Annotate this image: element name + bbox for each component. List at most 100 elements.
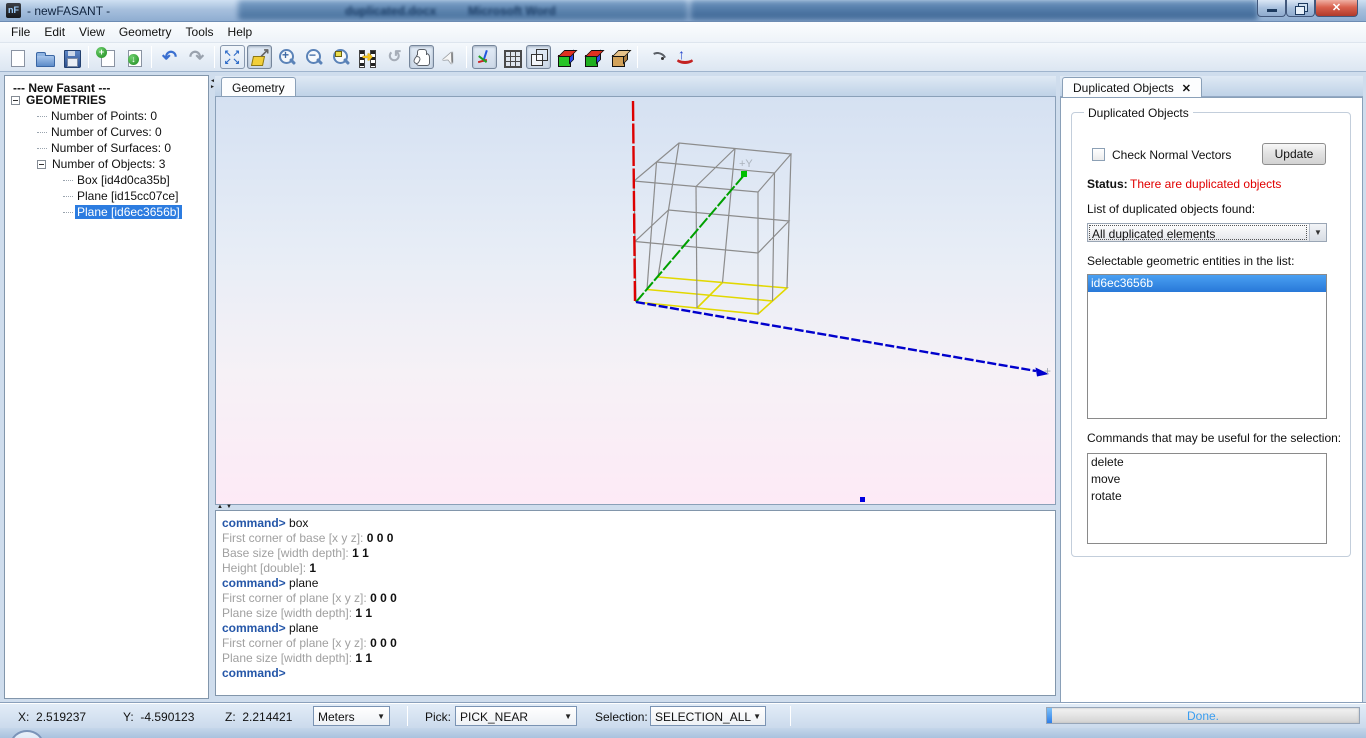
- grid-icon[interactable]: [499, 45, 524, 69]
- tab-close-icon[interactable]: ✕: [1182, 83, 1191, 95]
- close-button[interactable]: [1315, 0, 1358, 17]
- combobox-arrow-icon[interactable]: ▼: [1309, 224, 1326, 241]
- tree-item-label: Number of Curves: 0: [49, 125, 164, 139]
- console-line: command> plane: [222, 576, 1049, 591]
- zoom-in-icon[interactable]: +: [274, 45, 299, 69]
- tree-item-label: Box [id4d0ca35b]: [75, 173, 172, 187]
- reorder-icon[interactable]: ➜: [355, 45, 380, 69]
- console-line: First corner of base [x y z]: 0 0 0: [222, 531, 1049, 546]
- toolbar-separator: [88, 46, 89, 68]
- statusbar-separator: [790, 706, 791, 726]
- ghost-window-title: Microsoft Word: [468, 4, 556, 18]
- console-line: Base size [width depth]: 1 1: [222, 546, 1049, 561]
- selected-plane-highlight[interactable]: [636, 277, 787, 314]
- geometry-viewport[interactable]: +Y +: [215, 96, 1056, 505]
- status-value: There are duplicated objects: [1130, 177, 1281, 191]
- commands-label: Commands that may be useful for the sele…: [1087, 431, 1341, 445]
- axes-icon[interactable]: [472, 45, 497, 69]
- commands-listbox[interactable]: deletemoverotate: [1087, 453, 1327, 544]
- tree-item[interactable]: Number of Points: 0: [5, 108, 208, 124]
- view-shaded-edges-icon[interactable]: [580, 45, 605, 69]
- units-combobox[interactable]: Meters▼: [313, 706, 390, 726]
- pick-combobox[interactable]: PICK_NEAR▼: [455, 706, 577, 726]
- tree-item-label: Number of Objects: 3: [50, 157, 167, 171]
- console-line: Plane size [width depth]: 1 1: [222, 651, 1049, 666]
- import-icon[interactable]: ↓: [121, 45, 146, 69]
- new-geometry-icon[interactable]: +: [94, 45, 119, 69]
- viewport-tab-strip: Geometry: [215, 76, 1056, 97]
- command-console[interactable]: command> boxFirst corner of base [x y z]…: [215, 510, 1056, 696]
- view-wireframe-icon[interactable]: [526, 45, 551, 69]
- pan-icon[interactable]: [409, 45, 434, 69]
- tree-item[interactable]: Number of Curves: 0: [5, 124, 208, 140]
- geometry-tree-panel: --- New Fasant ---GEOMETRIESNumber of Po…: [4, 75, 209, 699]
- command-list-item[interactable]: move: [1088, 471, 1326, 488]
- duplicated-list-label: List of duplicated objects found:: [1087, 202, 1255, 216]
- tree-item-label: GEOMETRIES: [24, 93, 108, 107]
- open-icon[interactable]: [31, 45, 56, 69]
- groupbox-title: Duplicated Objects: [1084, 106, 1193, 120]
- checkbox-label: Check Normal Vectors: [1112, 148, 1231, 162]
- window-bottom-frame: [0, 728, 1366, 738]
- arc-tool-icon[interactable]: [643, 45, 668, 69]
- window-title: - newFASANT -: [27, 4, 110, 18]
- tab-geometry[interactable]: Geometry: [221, 77, 296, 97]
- menu-file[interactable]: File: [4, 23, 37, 41]
- background-window-ghost: [238, 0, 688, 20]
- combobox-arrow-icon[interactable]: ▼: [377, 712, 385, 721]
- tree-expander-icon[interactable]: [11, 96, 20, 105]
- tree-item[interactable]: --- New Fasant ---: [5, 76, 208, 92]
- toolbar-separator: [466, 46, 467, 68]
- tree-item-label: Plane [id6ec3656b]: [75, 205, 182, 219]
- tree-item[interactable]: Plane [id6ec3656b]: [5, 204, 208, 220]
- combobox-arrow-icon[interactable]: ▼: [564, 712, 572, 721]
- menu-edit[interactable]: Edit: [37, 23, 72, 41]
- restore-button[interactable]: [1286, 0, 1315, 17]
- command-list-item[interactable]: delete: [1088, 454, 1326, 471]
- status-label: Status:: [1087, 177, 1128, 191]
- tree-item[interactable]: Plane [id15cc07ce]: [5, 188, 208, 204]
- selection-combobox[interactable]: SELECTION_ALL▼: [650, 706, 766, 726]
- tree-expander-icon[interactable]: [37, 160, 46, 169]
- duplicated-elements-combobox[interactable]: All duplicated elements ▼: [1087, 223, 1327, 242]
- new-file-icon[interactable]: [4, 45, 29, 69]
- select-cursor-icon[interactable]: ➤: [436, 45, 461, 69]
- save-icon[interactable]: [58, 45, 83, 69]
- tree-item[interactable]: Number of Surfaces: 0: [5, 140, 208, 156]
- normal-vector-icon[interactable]: ↑: [670, 45, 695, 69]
- vertex-marker[interactable]: [860, 497, 865, 502]
- box-wireframe[interactable]: [634, 143, 791, 314]
- combobox-arrow-icon[interactable]: ▼: [753, 712, 761, 721]
- tree-connector: [63, 212, 73, 213]
- right-tab-strip: Duplicated Objects✕: [1060, 76, 1363, 97]
- fit-view-icon[interactable]: [220, 45, 245, 69]
- selection-label: Selection:: [595, 710, 648, 724]
- tree-item[interactable]: Number of Objects: 3: [5, 156, 208, 172]
- tab-duplicated-objects[interactable]: Duplicated Objects✕: [1062, 77, 1202, 97]
- menu-geometry[interactable]: Geometry: [112, 23, 179, 41]
- progress-bar: Done.: [1046, 707, 1360, 724]
- view-solid-icon[interactable]: [607, 45, 632, 69]
- command-list-item[interactable]: rotate: [1088, 488, 1326, 505]
- redo-icon[interactable]: ↷: [184, 45, 209, 69]
- menu-help[interactable]: Help: [221, 23, 260, 41]
- undo-icon[interactable]: ↶: [157, 45, 182, 69]
- tree-item[interactable]: GEOMETRIES: [5, 92, 208, 108]
- menu-bar: FileEditViewGeometryToolsHelp: [0, 22, 1366, 43]
- rotate-view-icon[interactable]: ↺: [382, 45, 407, 69]
- check-normal-vectors-checkbox[interactable]: [1092, 148, 1105, 161]
- tree-item[interactable]: Box [id4d0ca35b]: [5, 172, 208, 188]
- ghost-window-title: duplicated.docx: [345, 4, 436, 18]
- menu-tools[interactable]: Tools: [179, 23, 221, 41]
- entities-listbox[interactable]: id6ec3656b: [1087, 274, 1327, 419]
- tree-connector: [63, 196, 73, 197]
- tree-item-label: Plane [id15cc07ce]: [75, 189, 180, 203]
- zoom-out-icon[interactable]: −: [301, 45, 326, 69]
- pick-selection-icon[interactable]: ↗: [247, 45, 272, 69]
- menu-view[interactable]: View: [72, 23, 112, 41]
- view-shaded-icon[interactable]: [553, 45, 578, 69]
- update-button[interactable]: Update: [1262, 143, 1326, 165]
- entity-list-item[interactable]: id6ec3656b: [1088, 275, 1326, 292]
- minimize-button[interactable]: [1257, 0, 1286, 17]
- zoom-window-icon[interactable]: [328, 45, 353, 69]
